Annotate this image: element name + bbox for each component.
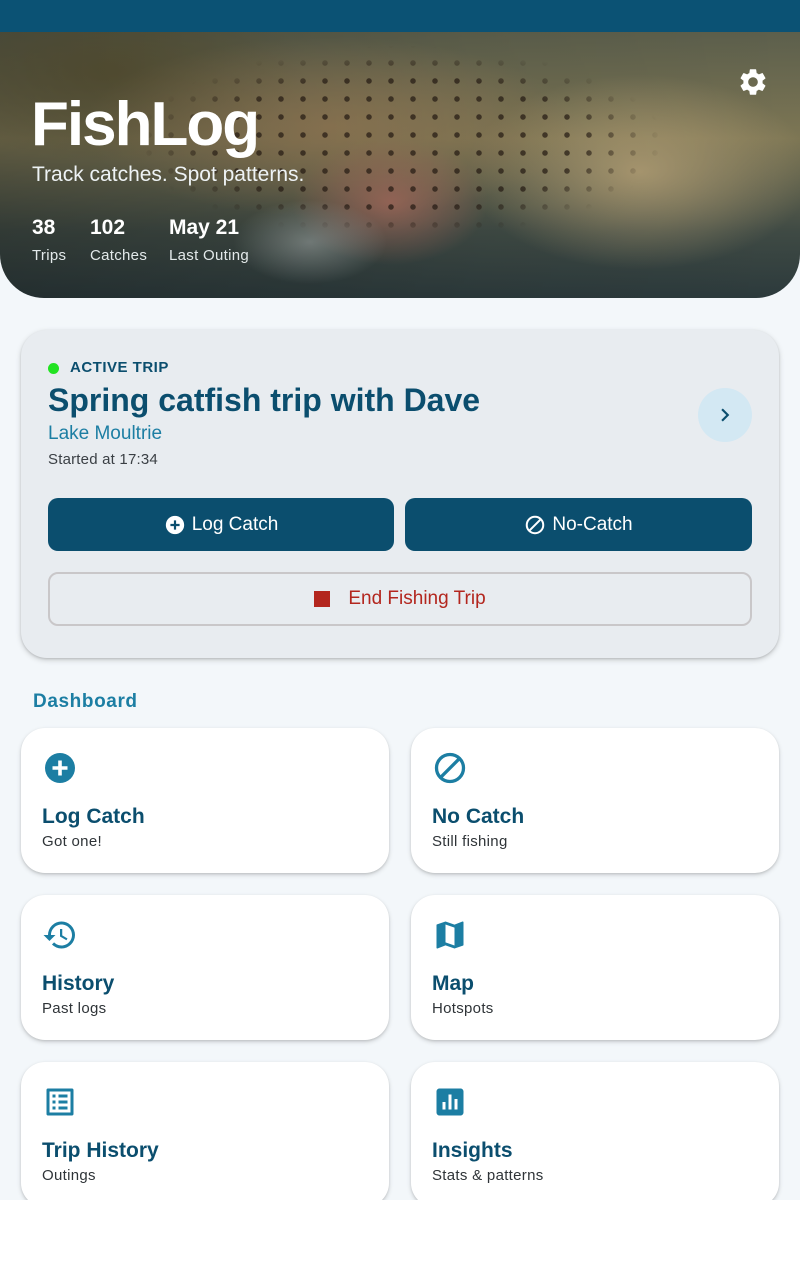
no-catch-button[interactable]: No-Catch <box>405 498 752 551</box>
tile-title: Trip History <box>42 1139 159 1162</box>
active-trip-label: ACTIVE TRIP <box>70 359 169 376</box>
stat-value: May 21 <box>169 216 240 239</box>
block-icon <box>434 752 466 784</box>
active-status-dot <box>48 363 59 374</box>
block-icon <box>524 514 546 536</box>
map-icon <box>436 921 464 949</box>
chevron-right-icon <box>721 408 730 422</box>
stat-label: Catches <box>90 247 148 264</box>
dashboard-heading: Dashboard <box>33 691 138 712</box>
tile-history[interactable]: History Past logs <box>21 895 389 1040</box>
stat-catches: 102 Catches <box>90 216 147 266</box>
log-catch-button[interactable]: Log Catch <box>48 498 394 551</box>
active-trip-card[interactable]: ACTIVE TRIP Spring catfish trip with Dav… <box>21 330 779 658</box>
tile-log-catch[interactable]: Log Catch Got one! <box>21 728 389 873</box>
stat-label: Trips <box>32 247 67 264</box>
tile-trip-history[interactable]: Trip History Outings <box>21 1062 389 1200</box>
history-icon <box>43 921 75 949</box>
stat-last-outing: May 21 Last Outing <box>169 216 249 266</box>
tile-subtitle: Got one! <box>42 833 102 850</box>
trip-details-button[interactable] <box>698 388 752 442</box>
gear-icon <box>740 69 766 95</box>
stat-trips: 38 Trips <box>32 216 66 266</box>
app-screen: FishLog Track catches. Spot patterns. 38… <box>0 0 800 1200</box>
tile-title: Map <box>432 972 474 995</box>
settings-button[interactable] <box>733 62 773 102</box>
tile-subtitle: Past logs <box>42 1000 107 1017</box>
tile-title: Insights <box>432 1139 513 1162</box>
trip-location: Lake Moultrie <box>48 423 163 444</box>
tile-no-catch[interactable]: No Catch Still fishing <box>411 728 779 873</box>
end-trip-label: End Fishing Trip <box>348 588 486 609</box>
tile-title: History <box>42 972 115 995</box>
stat-value: 102 <box>90 216 126 239</box>
no-catch-label: No-Catch <box>552 513 633 535</box>
trip-start-time: Started at 17:34 <box>48 451 158 468</box>
end-trip-button[interactable]: End Fishing Trip <box>48 572 752 626</box>
tile-title: No Catch <box>432 805 525 828</box>
log-catch-label: Log Catch <box>191 513 279 535</box>
tile-title: Log Catch <box>42 805 145 828</box>
app-title: FishLog <box>31 90 260 159</box>
tile-subtitle: Stats & patterns <box>432 1167 544 1184</box>
insights-icon <box>436 1088 464 1116</box>
tile-subtitle: Outings <box>42 1167 96 1184</box>
add-circle-icon <box>164 514 186 536</box>
status-bar <box>0 0 800 32</box>
stat-value: 38 <box>32 216 56 239</box>
stop-icon <box>314 591 331 607</box>
tile-map[interactable]: Map Hotspots <box>411 895 779 1040</box>
tile-subtitle: Hotspots <box>432 1000 494 1017</box>
tile-subtitle: Still fishing <box>432 833 508 850</box>
stat-label: Last Outing <box>169 247 250 264</box>
add-circle-icon <box>45 753 75 783</box>
app-subtitle: Track catches. Spot patterns. <box>32 163 305 186</box>
tile-insights[interactable]: Insights Stats & patterns <box>411 1062 779 1200</box>
trip-title: Spring catfish trip with Dave <box>48 382 481 418</box>
list-icon <box>46 1088 74 1116</box>
